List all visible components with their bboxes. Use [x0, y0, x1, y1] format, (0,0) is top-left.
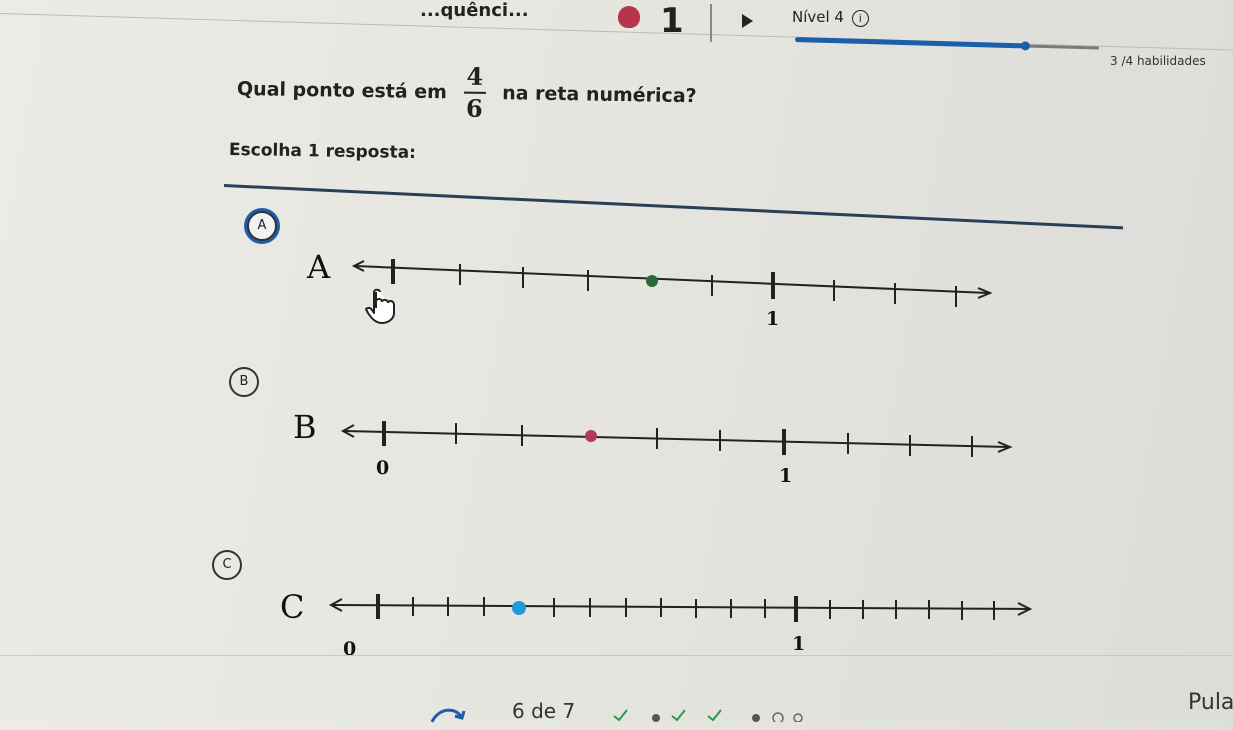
footer-divider [0, 655, 1233, 656]
point-c [512, 601, 526, 615]
point-a [646, 275, 658, 287]
label-zero: 0 [343, 638, 356, 660]
header-divider [710, 4, 712, 42]
choice-a-radio[interactable]: A [247, 211, 277, 241]
axis-line [331, 604, 1029, 610]
level-progress-bar [794, 30, 1099, 56]
fraction-denominator: 6 [465, 93, 483, 123]
number-line-b-group: 0 1 [340, 421, 1013, 487]
answer-instruction: Escolha 1 resposta: [228, 140, 417, 163]
label-one: 1 [779, 465, 792, 487]
progress-fill [794, 37, 1026, 49]
streak-count: 1 [660, 1, 684, 41]
axis-line [343, 430, 1009, 448]
top-bar: ...quênci... 1 Nível 4 i 3 /4 habilidade… [0, 0, 1233, 68]
label-one: 1 [792, 633, 805, 655]
number-line-c-group: 0 1 [328, 594, 1033, 660]
label-one: 1 [766, 308, 779, 330]
choice-c-radio[interactable]: C [212, 550, 242, 580]
exercise-title: ...quênci... [420, 0, 529, 21]
undo-icon[interactable] [428, 700, 468, 730]
choice-c-letter: C [280, 588, 305, 626]
level-label: Nível 4 [792, 8, 844, 26]
play-icon[interactable] [742, 14, 753, 28]
streak-icon [618, 6, 640, 28]
right-arrow [977, 287, 993, 299]
question-prefix: Qual ponto está em [236, 78, 448, 104]
left-arrow [340, 424, 355, 438]
progress-dots [613, 709, 803, 722]
question-suffix: na reta numérica? [502, 82, 697, 108]
right-arrow [997, 441, 1013, 453]
number-line-a-group: 1 [351, 259, 993, 330]
axis-line [355, 265, 989, 294]
choice-b-letter: B [293, 408, 317, 446]
level-indicator[interactable]: Nível 4 i [792, 8, 869, 27]
label-zero: 0 [376, 457, 389, 479]
choice-a-letter: A [307, 248, 331, 286]
left-arrow [351, 260, 365, 272]
question-counter: 6 de 7 [512, 699, 576, 723]
progress-remaining [1025, 44, 1099, 50]
skills-count: 3 /4 habilidades [1110, 54, 1206, 68]
question-fraction: 4 6 [463, 61, 486, 123]
question-prompt: Qual ponto está em 4 6 na reta numérica? [237, 60, 698, 125]
info-icon[interactable]: i [851, 10, 869, 27]
skip-button[interactable]: Pula [1188, 690, 1233, 715]
choice-b-radio[interactable]: B [229, 367, 259, 397]
progress-marker [1021, 41, 1031, 51]
hand-cursor-icon [365, 288, 395, 324]
fraction-numerator: 4 [466, 61, 484, 91]
question-separator [223, 184, 1124, 230]
point-b [585, 430, 597, 442]
right-arrow [1017, 602, 1033, 616]
left-arrow [328, 598, 343, 612]
